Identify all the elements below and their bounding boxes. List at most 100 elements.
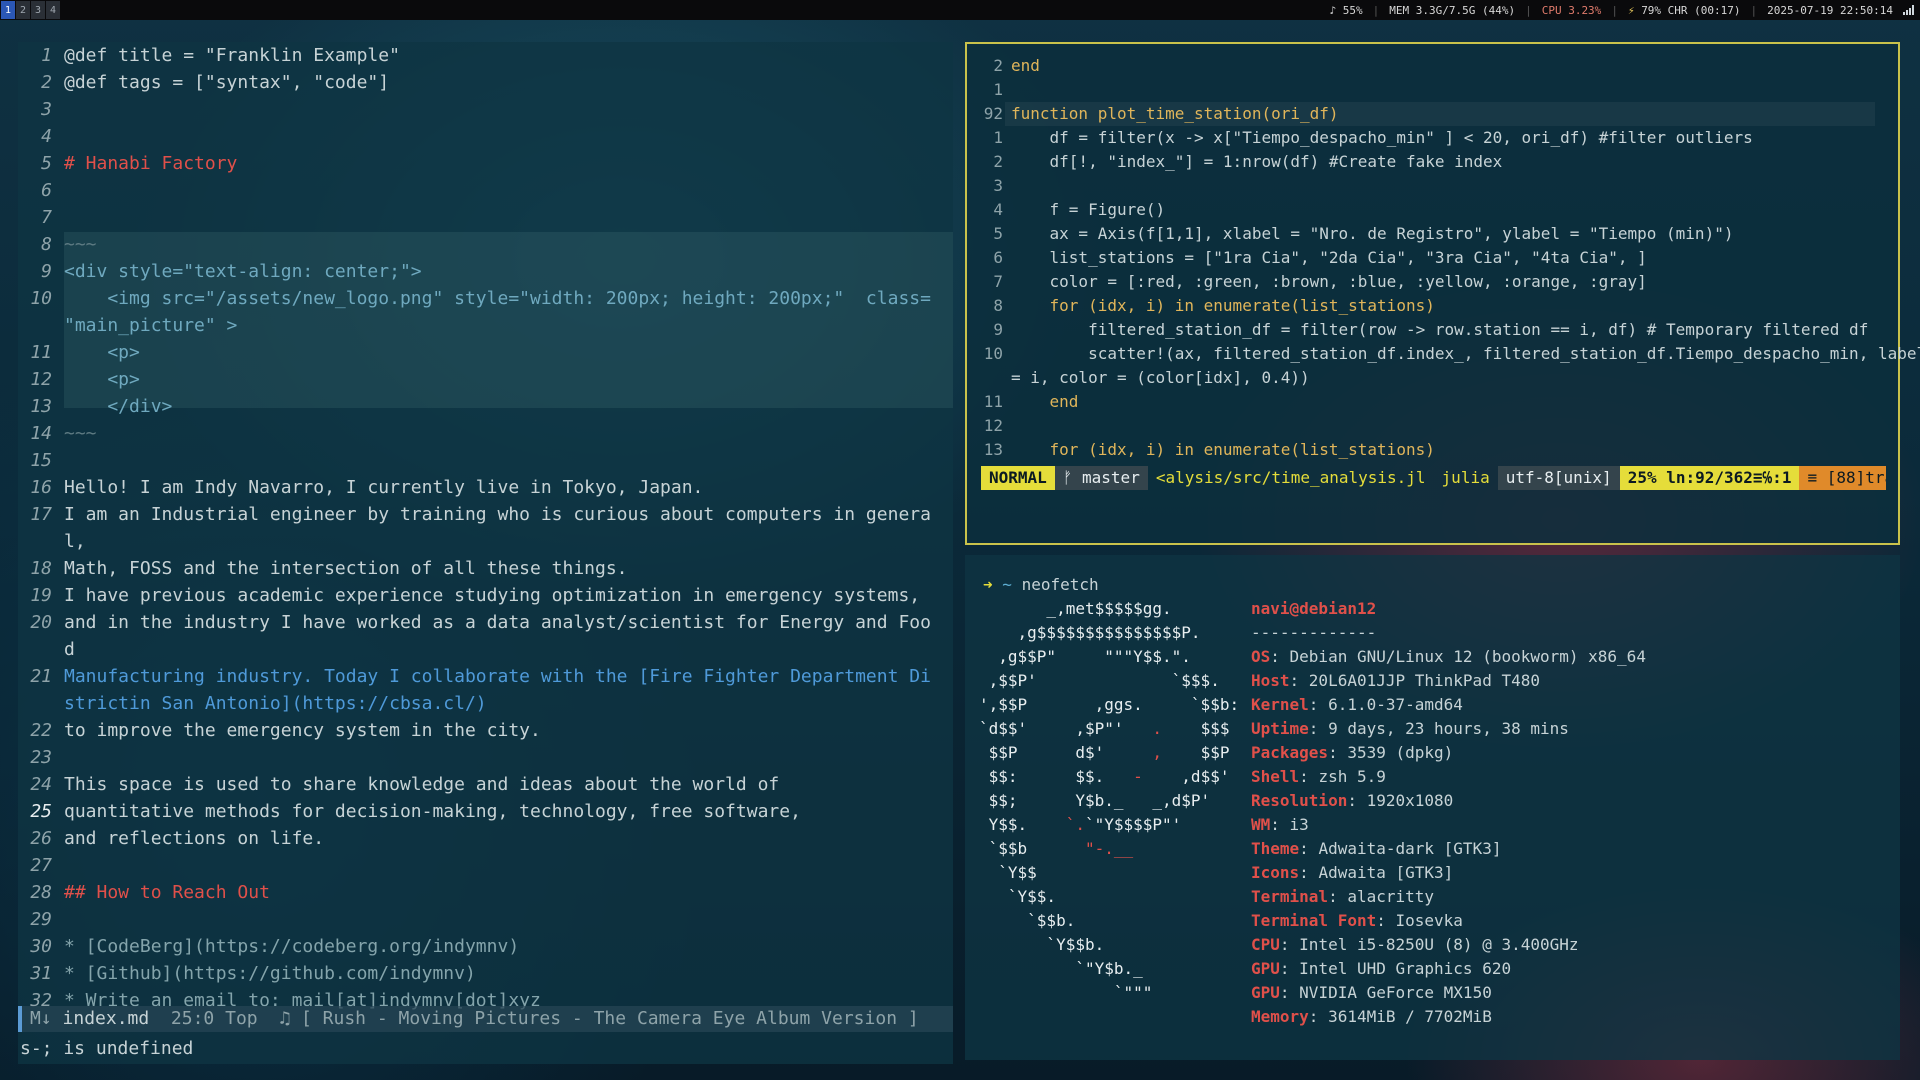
editor-line[interactable]: 30 * [CodeBerg](https://codeberg.org/indy… bbox=[18, 933, 931, 960]
editor-line[interactable]: 13 </div> bbox=[18, 393, 931, 420]
battery-text: 79% CHR (00:17) bbox=[1641, 3, 1741, 17]
memory-indicator: MEM 3.3G/7.5G (44%) bbox=[1389, 3, 1516, 17]
code-line[interactable]: 3 bbox=[981, 174, 1920, 198]
editor-buffer[interactable]: 2 end 1 92 function plot_time_station(ori_df… bbox=[981, 54, 1920, 462]
workspace-1-button[interactable]: 1 bbox=[1, 1, 15, 19]
line-text: d bbox=[64, 639, 75, 660]
editor-line[interactable]: 22 to improve the emergency system in the… bbox=[18, 717, 931, 744]
workspace-2-button[interactable]: 2 bbox=[16, 1, 30, 19]
editor-line[interactable]: 6 bbox=[18, 177, 931, 204]
code-line[interactable]: 8 for (idx, i) in enumerate(list_station… bbox=[981, 294, 1920, 318]
status-separator: | bbox=[1525, 3, 1532, 17]
code-line[interactable]: 10 scatter!(ax, filtered_station_df.inde… bbox=[981, 342, 1920, 366]
code-line[interactable]: 9 filtered_station_df = filter(row -> ro… bbox=[981, 318, 1920, 342]
mode-marker bbox=[18, 1006, 22, 1032]
line-number: 10 bbox=[983, 344, 1003, 363]
editor-line[interactable]: 19 I have previous academic experience st… bbox=[18, 582, 931, 609]
editor-line[interactable]: 11 <p> bbox=[18, 339, 931, 366]
markdown-editor-pane[interactable]: 1 @def title = "Franklin Example" 2 @def ta… bbox=[18, 42, 953, 1064]
line-text: <img src="/assets/new_logo.png" style="w… bbox=[64, 288, 931, 309]
line-number: 28 bbox=[30, 882, 52, 903]
editor-line[interactable]: 16 Hello! I am Indy Navarro, I currently … bbox=[18, 474, 931, 501]
info-value: 9 days, 23 hours, 38 mins bbox=[1328, 719, 1569, 738]
line-text: strictin San Antonio](https://cbsa.cl/) bbox=[64, 693, 487, 714]
line-number: 2 bbox=[993, 56, 1003, 75]
line-number: 26 bbox=[30, 828, 52, 849]
editor-line[interactable]: 21 Manufacturing industry. Today I collab… bbox=[18, 663, 931, 690]
line-text: ~~~ bbox=[64, 234, 97, 255]
line-number: 20 bbox=[30, 612, 52, 633]
code-text: end bbox=[1011, 392, 1079, 411]
editor-buffer[interactable]: 1 @def title = "Franklin Example" 2 @def ta… bbox=[18, 42, 931, 1014]
code-line[interactable]: 12 bbox=[981, 414, 1920, 438]
editor-line[interactable]: 28 ## How to Reach Out bbox=[18, 879, 931, 906]
code-line[interactable]: 92 function plot_time_station(ori_df) bbox=[981, 102, 1920, 126]
vim-statusline: NORMAL ᚠ master <alysis/src/time_analysi… bbox=[981, 466, 1886, 490]
code-line[interactable]: 11 end bbox=[981, 390, 1920, 414]
editor-line[interactable]: d bbox=[18, 636, 931, 663]
editor-line[interactable]: 25 quantitative methods for decision-maki… bbox=[18, 798, 931, 825]
filetype: julia bbox=[1441, 468, 1490, 487]
info-row: Uptime: 9 days, 23 hours, 38 mins bbox=[1251, 717, 1646, 741]
editor-line[interactable]: 10 <img src="/assets/new_logo.png" style… bbox=[18, 285, 931, 312]
code-line[interactable]: 6 list_stations = ["1ra Cia", "2da Cia",… bbox=[981, 246, 1920, 270]
editor-line[interactable]: 1 @def title = "Franklin Example" bbox=[18, 42, 931, 69]
editor-line[interactable]: 8 ~~~ bbox=[18, 231, 931, 258]
code-line[interactable]: 13 for (idx, i) in enumerate(list_statio… bbox=[981, 438, 1920, 462]
line-text: to improve the emergency system in the c… bbox=[64, 720, 541, 741]
info-row: OS: Debian GNU/Linux 12 (bookworm) x86_6… bbox=[1251, 645, 1646, 669]
editor-line[interactable]: 3 bbox=[18, 96, 931, 123]
editor-line[interactable]: 15 bbox=[18, 447, 931, 474]
code-line[interactable]: 5 ax = Axis(f[1,1], xlabel = "Nro. de Re… bbox=[981, 222, 1920, 246]
code-text: for (idx, i) in enumerate(list_stations) bbox=[1011, 296, 1435, 315]
editor-line[interactable]: 20 and in the industry I have worked as a… bbox=[18, 609, 931, 636]
editor-line[interactable]: 7 bbox=[18, 204, 931, 231]
workspace-4-button[interactable]: 4 bbox=[46, 1, 60, 19]
command-line[interactable]: s-; is undefined bbox=[20, 1036, 193, 1062]
editor-line[interactable]: 12 <p> bbox=[18, 366, 931, 393]
editor-line[interactable]: 31 * [Github](https://github.com/indymnv) bbox=[18, 960, 931, 987]
editor-line[interactable]: 26 and reflections on life. bbox=[18, 825, 931, 852]
line-number: 6 bbox=[993, 248, 1003, 267]
julia-editor-pane[interactable]: 2 end 1 92 function plot_time_station(ori_df… bbox=[965, 42, 1920, 545]
editor-line[interactable]: 4 bbox=[18, 123, 931, 150]
editor-line[interactable]: l, bbox=[18, 528, 931, 555]
line-number: 11 bbox=[983, 392, 1003, 411]
info-value: Intel UHD Graphics 620 bbox=[1299, 959, 1512, 978]
info-key: Uptime bbox=[1251, 719, 1309, 738]
line-text: Hello! I am Indy Navarro, I currently li… bbox=[64, 477, 704, 498]
volume-indicator[interactable]: ♪ 55% bbox=[1329, 4, 1362, 17]
line-number: 19 bbox=[30, 585, 52, 606]
line-number: 25 bbox=[30, 801, 52, 822]
status-separator: | bbox=[1372, 3, 1380, 17]
editor-line[interactable]: 24 This space is used to share knowledge … bbox=[18, 771, 931, 798]
info-key: Theme bbox=[1251, 839, 1300, 858]
editor-line[interactable]: 23 bbox=[18, 744, 931, 771]
editor-line[interactable]: "main_picture" > bbox=[18, 312, 931, 339]
editor-line[interactable]: 18 Math, FOSS and the intersection of all… bbox=[18, 555, 931, 582]
code-line[interactable]: 2 df[!, "index_"] = 1:nrow(df) #Create f… bbox=[981, 150, 1920, 174]
editor-line[interactable]: 5 # Hanabi Factory bbox=[18, 150, 931, 177]
info-value: Iosevka bbox=[1395, 911, 1463, 930]
editor-line[interactable]: 14 ~~~ bbox=[18, 420, 931, 447]
editor-line[interactable]: 9 <div style="text-align: center;"> bbox=[18, 258, 931, 285]
terminal-pane[interactable]: ➜ ~ neofetch _,met$$$$$gg. ,g$$$$$$$$$$$… bbox=[965, 555, 1900, 1060]
code-line[interactable]: 4 f = Figure() bbox=[981, 198, 1920, 222]
editor-line[interactable]: 27 bbox=[18, 852, 931, 879]
line-number: 9 bbox=[993, 320, 1003, 339]
code-line[interactable]: = i, color = (color[idx], 0.4)) bbox=[981, 366, 1920, 390]
code-line[interactable]: 1 df = filter(x -> x["Tiempo_despacho_mi… bbox=[981, 126, 1920, 150]
info-row: GPU: Intel UHD Graphics 620 bbox=[1251, 957, 1646, 981]
editor-line[interactable]: 29 bbox=[18, 906, 931, 933]
info-row: Host: 20L6A01JJP ThinkPad T480 bbox=[1251, 669, 1646, 693]
code-line[interactable]: 2 end bbox=[981, 54, 1920, 78]
editor-line[interactable]: 17 I am an Industrial engineer by trainin… bbox=[18, 501, 931, 528]
line-number: 92 bbox=[983, 104, 1003, 123]
editor-line[interactable]: 2 @def tags = ["syntax", "code"] bbox=[18, 69, 931, 96]
line-number: 13 bbox=[30, 396, 52, 417]
code-line[interactable]: 7 color = [:red, :green, :brown, :blue, … bbox=[981, 270, 1920, 294]
code-line[interactable]: 1 bbox=[981, 78, 1920, 102]
line-number: 13 bbox=[983, 440, 1003, 459]
workspace-3-button[interactable]: 3 bbox=[31, 1, 45, 19]
editor-line[interactable]: strictin San Antonio](https://cbsa.cl/) bbox=[18, 690, 931, 717]
